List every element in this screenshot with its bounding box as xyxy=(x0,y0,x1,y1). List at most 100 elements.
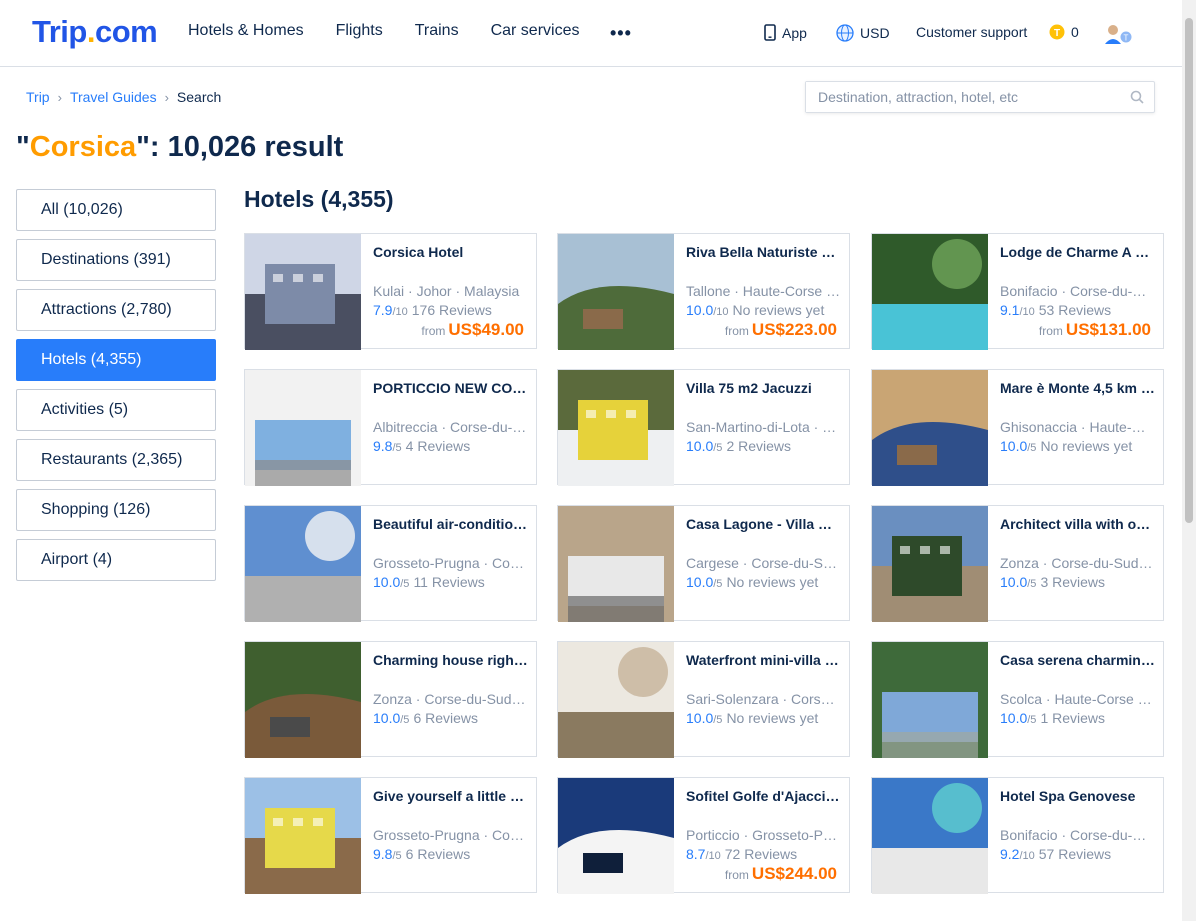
hotel-info: Architect villa with ocean view Zonza · … xyxy=(1000,516,1155,590)
hotel-thumbnail[interactable] xyxy=(245,234,361,350)
filter-item[interactable]: Airport (4) xyxy=(16,539,216,581)
breadcrumb-current: Search xyxy=(176,89,222,105)
rating-scale: /10 xyxy=(392,306,408,318)
review-count: 72 Reviews xyxy=(724,846,798,862)
hotel-card[interactable]: Mare è Monte 4,5 km from the sea Ghisona… xyxy=(871,369,1164,486)
hotel-name[interactable]: Charming house right by the sea xyxy=(373,652,528,670)
review-count: 2 Reviews xyxy=(726,438,792,454)
hotel-name[interactable]: Corsica Hotel xyxy=(373,244,528,262)
title-quote: " xyxy=(16,131,30,163)
hotel-thumbnail[interactable] xyxy=(872,234,988,350)
hotel-info: Riva Bella Naturiste Resort Tallone · Ha… xyxy=(686,244,841,318)
hotel-thumbnail[interactable] xyxy=(558,370,674,486)
hotel-name[interactable]: Riva Bella Naturiste Resort xyxy=(686,244,841,262)
hotel-name[interactable]: Beautiful air-conditioned villa xyxy=(373,516,528,534)
currency-selector[interactable]: USD xyxy=(836,24,890,42)
hotel-thumbnail[interactable] xyxy=(558,778,674,894)
chevron-right-icon: › xyxy=(57,89,62,105)
hotel-price: from US$244.00 xyxy=(725,864,837,884)
hotel-thumbnail[interactable] xyxy=(245,506,361,622)
hotel-name[interactable]: PORTICCIO NEW CONSTRUCTION xyxy=(373,380,528,398)
rating-scale: /10 xyxy=(1019,850,1035,862)
scrollbar-thumb[interactable] xyxy=(1185,18,1193,523)
hotel-price: from US$49.00 xyxy=(421,320,524,340)
hotel-thumbnail[interactable] xyxy=(558,234,674,350)
hotel-info: Mare è Monte 4,5 km from the sea Ghisona… xyxy=(1000,380,1155,454)
filter-item[interactable]: All (10,026) xyxy=(16,189,216,231)
hotel-thumbnail[interactable] xyxy=(872,778,988,894)
hotel-location: Grosseto-Prugna · Corse-du-Sud xyxy=(373,555,528,571)
nav-trains[interactable]: Trains xyxy=(415,22,459,40)
hotel-name[interactable]: Casa Lagone - Villa Cargese xyxy=(686,516,841,534)
filter-item[interactable]: Attractions (2,780) xyxy=(16,289,216,331)
trip-coins[interactable]: T 0 xyxy=(1049,24,1079,40)
customer-support-link[interactable]: Customer support xyxy=(916,24,1027,40)
app-link[interactable]: App xyxy=(764,24,807,41)
hotel-name[interactable]: Waterfront mini-villa with garden xyxy=(686,652,841,670)
rating-scale: /10 xyxy=(705,850,721,862)
hotel-card[interactable]: Hotel Spa Genovese Bonifacio · Corse-du-… xyxy=(871,777,1164,894)
hotel-card[interactable]: Casa serena charming house Scolca · Haut… xyxy=(871,641,1164,758)
filter-item[interactable]: Hotels (4,355) xyxy=(16,339,216,381)
hotel-card[interactable]: Give yourself a little break Grosseto-Pr… xyxy=(244,777,537,894)
hotel-card[interactable]: Riva Bella Naturiste Resort Tallone · Ha… xyxy=(557,233,850,350)
more-menu-button[interactable]: ••• xyxy=(610,23,632,44)
nav-hotels-homes[interactable]: Hotels & Homes xyxy=(188,22,304,40)
hotel-card[interactable]: PORTICCIO NEW CONSTRUCTION Albitreccia ·… xyxy=(244,369,537,486)
hotel-card[interactable]: Beautiful air-conditioned villa Grosseto… xyxy=(244,505,537,622)
rating-scale: /5 xyxy=(1027,442,1037,454)
hotel-card[interactable]: Lodge de Charme A Cheda Bonifacio · Cors… xyxy=(871,233,1164,350)
filter-item[interactable]: Shopping (126) xyxy=(16,489,216,531)
hotel-card[interactable]: Charming house right by the sea Zonza · … xyxy=(244,641,537,758)
page-scrollbar[interactable] xyxy=(1182,0,1196,921)
hotel-name[interactable]: Villa 75 m2 Jacuzzi xyxy=(686,380,841,398)
review-count: 1 Reviews xyxy=(1040,710,1106,726)
hotel-name[interactable]: Sofitel Golfe d'Ajaccio Thalassa xyxy=(686,788,841,806)
hotel-name[interactable]: Architect villa with ocean view xyxy=(1000,516,1155,534)
hotel-location: Kulai · Johor · Malaysia xyxy=(373,283,520,299)
hotel-location: Bonifacio · Corse-du-Sud · France xyxy=(1000,283,1155,299)
nav-flights[interactable]: Flights xyxy=(336,22,383,40)
hotel-card[interactable]: Villa 75 m2 Jacuzzi San-Martino-di-Lota … xyxy=(557,369,850,486)
breadcrumb-trip[interactable]: Trip xyxy=(26,89,50,105)
hotel-rating: 10.0/5 No reviews yet xyxy=(1000,438,1155,454)
nav-car-services[interactable]: Car services xyxy=(491,22,580,40)
hotel-card[interactable]: Architect villa with ocean view Zonza · … xyxy=(871,505,1164,622)
breadcrumb-travel-guides[interactable]: Travel Guides xyxy=(70,89,157,105)
hotel-thumbnail[interactable] xyxy=(245,778,361,894)
hotel-thumbnail[interactable] xyxy=(245,642,361,758)
hotel-location: Zonza · Corse-du-Sud · France xyxy=(1000,555,1155,571)
hotel-card[interactable]: Sofitel Golfe d'Ajaccio Thalassa Porticc… xyxy=(557,777,850,894)
search-input[interactable] xyxy=(806,82,1116,112)
search-icon[interactable] xyxy=(1130,90,1144,104)
hotel-name[interactable]: Hotel Spa Genovese xyxy=(1000,788,1155,806)
hotel-card[interactable]: Waterfront mini-villa with garden Sari-S… xyxy=(557,641,850,758)
hotel-name[interactable]: Casa serena charming house xyxy=(1000,652,1155,670)
search-box xyxy=(805,81,1155,113)
hotel-location: Scolca · Haute-Corse · France xyxy=(1000,691,1155,707)
filter-item[interactable]: Destinations (391) xyxy=(16,239,216,281)
hotel-name[interactable]: Lodge de Charme A Cheda xyxy=(1000,244,1155,262)
user-avatar[interactable]: T xyxy=(1103,22,1135,46)
hotel-thumbnail[interactable] xyxy=(872,642,988,758)
hotel-rating: 9.8/5 6 Reviews xyxy=(373,846,528,862)
rating-score: 7.9 xyxy=(373,302,393,318)
filter-item[interactable]: Restaurants (2,365) xyxy=(16,439,216,481)
chevron-right-icon: › xyxy=(164,89,169,105)
hotel-name[interactable]: Mare è Monte 4,5 km from the sea xyxy=(1000,380,1155,398)
hotel-thumbnail[interactable] xyxy=(872,506,988,622)
hotel-thumbnail[interactable] xyxy=(558,506,674,622)
search-keyword: Corsica xyxy=(29,131,137,163)
hotel-card[interactable]: Corsica Hotel Kulai · Johor · Malaysia 7… xyxy=(244,233,537,350)
hotel-thumbnail[interactable] xyxy=(872,370,988,486)
trip-logo[interactable]: Trip.com xyxy=(32,14,158,50)
hotel-thumbnail[interactable] xyxy=(245,370,361,486)
rating-score: 10.0 xyxy=(686,574,714,590)
hotel-card[interactable]: Casa Lagone - Villa Cargese Cargese · Co… xyxy=(557,505,850,622)
hotel-thumbnail[interactable] xyxy=(558,642,674,758)
rating-scale: /5 xyxy=(392,850,402,862)
coins-count: 0 xyxy=(1071,24,1079,40)
rating-scale: /10 xyxy=(1019,306,1035,318)
filter-item[interactable]: Activities (5) xyxy=(16,389,216,431)
hotel-name[interactable]: Give yourself a little break xyxy=(373,788,528,806)
